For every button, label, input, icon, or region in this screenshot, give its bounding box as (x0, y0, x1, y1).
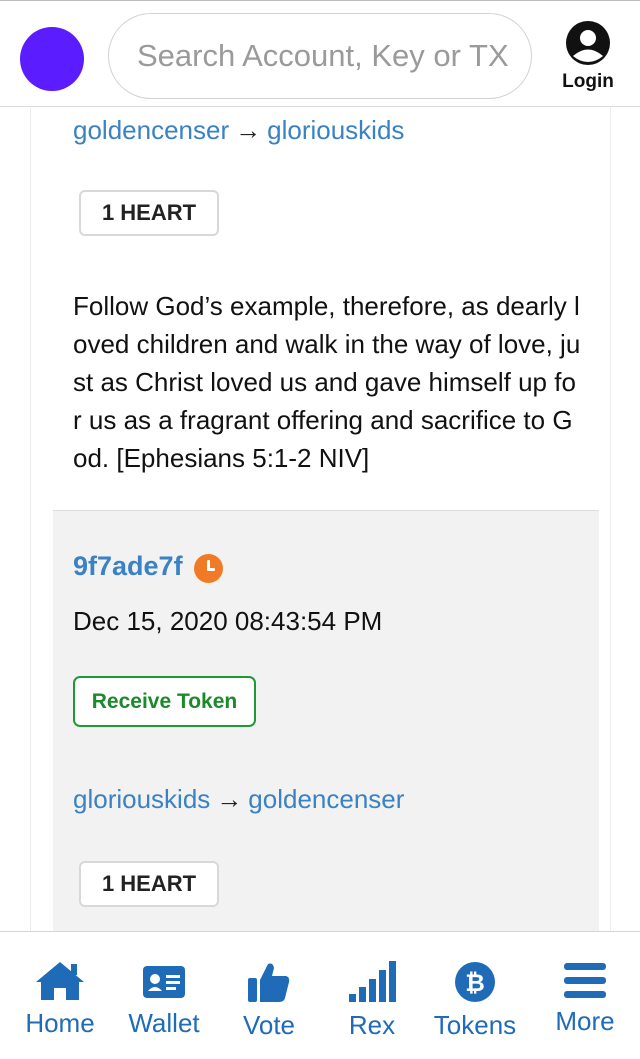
wallet-icon (143, 966, 185, 998)
nav-home-label: Home (25, 1008, 95, 1038)
nav-vote-label: Vote (242, 1010, 296, 1040)
arrow-icon: → (235, 115, 262, 145)
transaction-card: goldencenser → gloriouskids 1 HEART Follow… (30, 107, 611, 932)
bitcoin-icon: ₿ (455, 962, 495, 1002)
transaction-block: 9f7ade7f Dec 15, 2020 08:43:54 PM Receiv… (53, 510, 599, 932)
nav-more-label: More (555, 1006, 615, 1036)
logo[interactable] (20, 27, 84, 91)
transaction-date: Dec 15, 2020 08:43:54 PM (73, 606, 383, 636)
nav-more[interactable]: More (548, 960, 622, 1037)
transaction-id-link[interactable]: 9f7ade7f (73, 551, 183, 582)
menu-icon (564, 963, 606, 998)
nav-rex-label: Rex (348, 1010, 396, 1040)
bottom-nav: Home Wallet Vote Rex ₿ Tokens More (0, 931, 640, 1059)
nav-rex[interactable]: Rex (340, 960, 404, 1041)
from-account-link[interactable]: gloriouskids (73, 784, 210, 814)
from-account-link[interactable]: goldencenser (73, 115, 229, 145)
login-button[interactable]: Login (556, 21, 620, 93)
clock-icon (194, 554, 223, 583)
arrow-icon: → (216, 784, 243, 814)
nav-wallet[interactable]: Wallet (122, 960, 206, 1039)
transfer-line: gloriouskids → goldencenser (73, 784, 404, 815)
signal-bars-icon (349, 961, 396, 1002)
nav-wallet-label: Wallet (128, 1008, 200, 1038)
quantity-badge: 1 HEART (79, 190, 219, 236)
nav-home[interactable]: Home (20, 960, 100, 1039)
login-label: Login (562, 71, 614, 92)
top-header: Login (0, 0, 640, 107)
memo-text: Follow God’s example, therefore, as dear… (73, 291, 581, 473)
user-icon (566, 21, 610, 65)
nav-tokens[interactable]: ₿ Tokens (430, 960, 520, 1041)
thumbs-up-icon (248, 963, 290, 1002)
nav-tokens-label: Tokens (433, 1010, 517, 1040)
search-input[interactable] (108, 13, 532, 99)
quantity-badge: 1 HEART (79, 861, 219, 907)
nav-vote[interactable]: Vote (234, 960, 304, 1041)
svg-text:₿: ₿ (465, 969, 485, 997)
transfer-line: goldencenser → gloriouskids (73, 115, 404, 146)
to-account-link[interactable]: gloriouskids (267, 115, 404, 145)
to-account-link[interactable]: goldencenser (248, 784, 404, 814)
home-icon (36, 962, 84, 1000)
action-badge: Receive Token (73, 676, 256, 727)
